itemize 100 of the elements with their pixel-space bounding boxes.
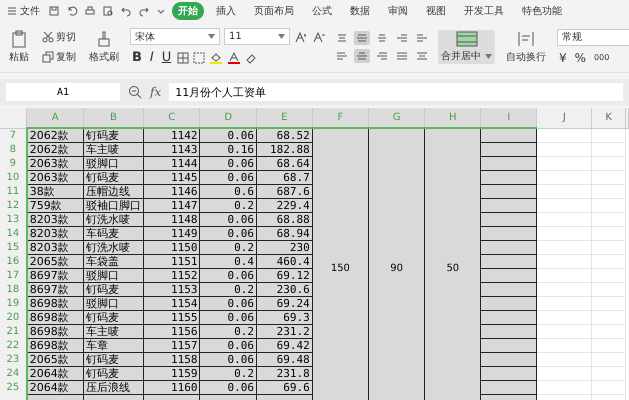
copy-icon[interactable]: [42, 51, 54, 63]
italic-button[interactable]: I: [148, 49, 156, 66]
print-icon[interactable]: [84, 5, 96, 17]
table-cell: [592, 184, 626, 198]
undo-icon[interactable]: [120, 5, 132, 17]
table-cell: 2064款: [26, 380, 84, 394]
row-number[interactable]: 8: [0, 142, 27, 156]
column-header[interactable]: E: [256, 108, 312, 128]
column-header[interactable]: H: [424, 108, 481, 128]
ribbon-tab[interactable]: 审阅: [382, 2, 414, 20]
row-number[interactable]: 10: [0, 170, 27, 184]
row-number[interactable]: 7: [0, 128, 27, 142]
column-header[interactable]: A: [26, 108, 84, 128]
table-cell: 压帽边线: [83, 184, 144, 198]
undo-icon[interactable]: [66, 5, 78, 17]
print-preview-icon[interactable]: [102, 5, 114, 17]
table-cell: 8698款: [26, 310, 84, 324]
row-number[interactable]: 11: [0, 184, 27, 198]
grow-font-icon[interactable]: [294, 30, 308, 42]
thousands-button[interactable]: 000: [592, 52, 612, 63]
row-number[interactable]: 20: [0, 310, 27, 324]
table-cell: 69.12: [256, 268, 312, 282]
column-header[interactable]: C: [143, 108, 200, 128]
table-cell: [536, 352, 592, 366]
column-header[interactable]: I: [480, 108, 537, 128]
font-name-field[interactable]: 宋体: [130, 28, 220, 45]
table-cell: [592, 352, 626, 366]
table-cell: 0.06: [200, 380, 256, 394]
table-cell: 2063款: [26, 156, 84, 170]
ribbon-tab[interactable]: 开始: [172, 2, 204, 20]
table-cell: 2064款: [26, 366, 84, 380]
function-label[interactable]: fx: [150, 85, 162, 99]
fill-style-icon[interactable]: [193, 52, 206, 64]
column-header[interactable]: J: [536, 108, 592, 128]
table-cell: 0.06: [200, 296, 256, 310]
row-number[interactable]: 23: [0, 352, 27, 366]
currency-button[interactable]: ¥: [557, 50, 569, 66]
wrap-icon[interactable]: [517, 30, 535, 48]
zoom-icon[interactable]: [128, 85, 142, 99]
table-cell: 2065款: [26, 352, 84, 366]
table-cell: [480, 156, 537, 170]
row-number[interactable]: 25: [0, 380, 27, 394]
table-cell: 1144: [143, 156, 200, 170]
eraser-icon[interactable]: [245, 52, 258, 64]
copy-button[interactable]: 复制: [40, 49, 78, 65]
underline-button[interactable]: U: [160, 49, 174, 66]
clipboard-icon[interactable]: [10, 30, 28, 48]
file-menu[interactable]: 文件: [4, 3, 42, 19]
column-header[interactable]: K: [592, 108, 626, 128]
merge-icon: [456, 31, 478, 47]
shrink-font-icon[interactable]: [312, 30, 326, 42]
table-cell: [592, 128, 626, 142]
formula-field[interactable]: 11月份个人工资单: [169, 83, 623, 101]
paste-button[interactable]: 粘贴: [6, 29, 32, 65]
merge-center-button[interactable]: 合并居中: [438, 30, 495, 64]
number-format-field[interactable]: 常规: [557, 28, 629, 46]
format-painter-button[interactable]: 格式刷: [86, 29, 122, 65]
row-number[interactable]: 22: [0, 338, 27, 352]
fill-color-icon[interactable]: [209, 52, 224, 64]
bold-button[interactable]: B: [130, 49, 144, 66]
table-cell: [480, 170, 537, 184]
table-cell: 0.2: [200, 324, 256, 338]
column-header[interactable]: G: [368, 108, 425, 128]
redo-icon[interactable]: [138, 5, 150, 17]
ribbon-tab[interactable]: 视图: [420, 2, 452, 20]
row-number[interactable]: 24: [0, 366, 27, 380]
row-number[interactable]: 21: [0, 324, 27, 338]
row-number[interactable]: 9: [0, 156, 27, 170]
column-header[interactable]: D: [200, 108, 256, 128]
row-number[interactable]: 12: [0, 198, 27, 212]
ribbon-tab[interactable]: 公式: [306, 2, 338, 20]
table-cell: [592, 142, 626, 156]
row-number[interactable]: 18: [0, 282, 27, 296]
corner-cell[interactable]: [0, 108, 27, 128]
table-cell: 38款: [26, 184, 84, 198]
row-number[interactable]: 14: [0, 226, 27, 240]
row-number[interactable]: 15: [0, 240, 27, 254]
font-color-icon[interactable]: [227, 52, 242, 64]
wrap-text-button[interactable]: 自动换行: [503, 29, 549, 65]
table-cell: [480, 254, 537, 268]
cell-reference-field[interactable]: A1: [6, 83, 120, 101]
ribbon-tab[interactable]: 数据: [344, 2, 376, 20]
column-header[interactable]: F: [312, 108, 369, 128]
font-size-field[interactable]: 11: [224, 28, 290, 45]
percent-button[interactable]: %: [572, 50, 588, 66]
ribbon-tab[interactable]: 插入: [210, 2, 242, 20]
row-number[interactable]: 13: [0, 212, 27, 226]
table-cell: 0.2: [200, 198, 256, 212]
row-number[interactable]: 16: [0, 254, 27, 268]
ribbon-tab[interactable]: 开发工具: [458, 2, 510, 20]
menu-icon[interactable]: [6, 5, 18, 17]
row-number[interactable]: 19: [0, 296, 27, 310]
ribbon-tab[interactable]: 页面布局: [248, 2, 300, 20]
cut-button[interactable]: 剪切: [40, 29, 78, 45]
column-header[interactable]: B: [83, 108, 144, 128]
ribbon-tab[interactable]: 特色功能: [516, 2, 568, 20]
borders-icon[interactable]: [177, 52, 190, 64]
row-number[interactable]: 17: [0, 268, 27, 282]
scissors-icon[interactable]: [42, 31, 54, 43]
save-icon[interactable]: [48, 5, 60, 17]
